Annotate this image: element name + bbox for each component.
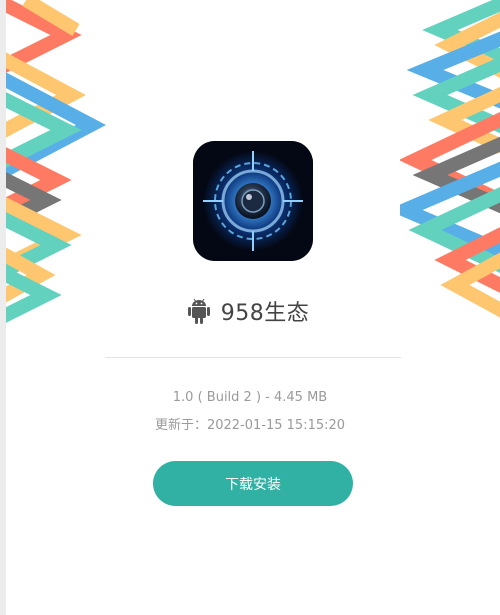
updated-label: 更新于： [154,418,207,433]
updated-timestamp: 2022-01-15 15:15:20 [206,418,346,433]
android-icon [187,298,210,324]
updated-info: 更新于：2022-01-15 15:15:20 [0,414,500,433]
version-info: 1.0 ( Build 2 ) - 4.45 MB [172,390,328,405]
divider [105,357,401,358]
download-install-button[interactable]: 下载安装 [153,461,353,506]
camera-lens-icon [193,141,313,261]
app-title-row: 958生态 [0,292,500,330]
left-zigzag-decoration [6,0,106,323]
right-zigzag-decoration [400,0,500,318]
app-name: 958生态 [220,301,310,326]
